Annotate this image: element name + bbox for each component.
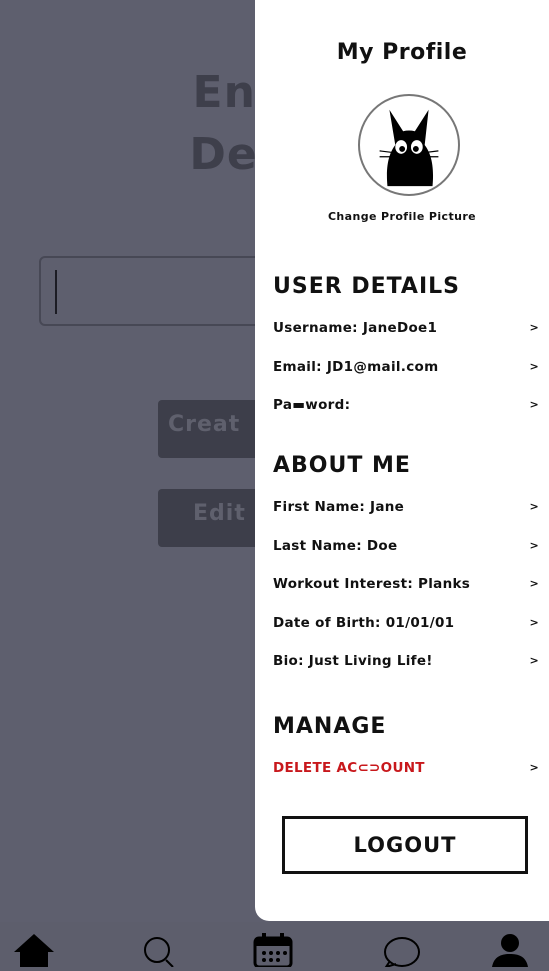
- profile-icon: [492, 934, 528, 967]
- workout-interest-label: Workout Interest: Planks: [273, 576, 471, 592]
- avatar[interactable]: [358, 94, 460, 196]
- bio-row[interactable]: Bio: Just Living Life! >: [273, 653, 539, 675]
- chevron-right-icon: >: [529, 577, 539, 590]
- first-name-label: First Name: Jane: [273, 499, 405, 515]
- chevron-right-icon: >: [529, 398, 539, 411]
- username-row[interactable]: Username: JaneDoe1 >: [273, 320, 539, 342]
- date-of-birth-row[interactable]: Date of Birth: 01/01/01 >: [273, 615, 539, 637]
- date-of-birth-label: Date of Birth: 01/01/01: [273, 615, 455, 631]
- chevron-right-icon: >: [529, 539, 539, 552]
- password-label: Pa▬word:: [273, 397, 351, 413]
- first-name-row[interactable]: First Name: Jane >: [273, 499, 539, 521]
- calendar-icon: [253, 933, 293, 969]
- email-label: Email: JD1@mail.com: [273, 359, 439, 375]
- profile-drawer: My Profile Change Profile Picture USER D…: [255, 0, 549, 921]
- section-user-details: USER DETAILS: [273, 274, 461, 299]
- delete-account-label: DELETE AC⊂⊃OUNT: [273, 760, 425, 776]
- username-label: Username: JaneDoe1: [273, 320, 438, 336]
- section-manage: MANAGE: [273, 714, 387, 739]
- delete-account-row[interactable]: DELETE AC⊂⊃OUNT >: [273, 760, 539, 782]
- tab-profile[interactable]: [488, 930, 532, 967]
- last-name-row[interactable]: Last Name: Doe >: [273, 538, 539, 560]
- last-name-label: Last Name: Doe: [273, 538, 398, 554]
- bottom-tab-bar: [0, 922, 549, 969]
- chevron-right-icon: >: [529, 360, 539, 373]
- change-profile-picture-link[interactable]: Change Profile Picture: [255, 210, 549, 223]
- chevron-right-icon: >: [529, 616, 539, 629]
- workout-interest-row[interactable]: Workout Interest: Planks >: [273, 576, 539, 598]
- password-row[interactable]: Pa▬word: >: [273, 397, 539, 419]
- bio-label: Bio: Just Living Life!: [273, 653, 433, 669]
- chevron-right-icon: >: [529, 761, 539, 774]
- create-button-label: Creat: [168, 412, 241, 437]
- tab-calendar[interactable]: [251, 930, 295, 969]
- text-cursor: [55, 270, 57, 314]
- search-icon: [144, 937, 174, 968]
- cat-avatar-icon: [379, 109, 439, 187]
- chat-icon: [383, 937, 420, 969]
- home-icon: [14, 934, 54, 967]
- tab-chat[interactable]: [380, 930, 424, 969]
- edit-button-label: Edit: [193, 501, 246, 526]
- chevron-right-icon: >: [529, 500, 539, 513]
- drawer-title: My Profile: [336, 40, 468, 65]
- tab-search[interactable]: [136, 930, 180, 968]
- chevron-right-icon: >: [529, 321, 539, 334]
- section-about-me: ABOUT ME: [273, 453, 411, 478]
- chevron-right-icon: >: [529, 654, 539, 667]
- logout-button[interactable]: LOGOUT: [282, 816, 528, 874]
- tab-home[interactable]: [12, 930, 56, 967]
- email-row[interactable]: Email: JD1@mail.com >: [273, 359, 539, 381]
